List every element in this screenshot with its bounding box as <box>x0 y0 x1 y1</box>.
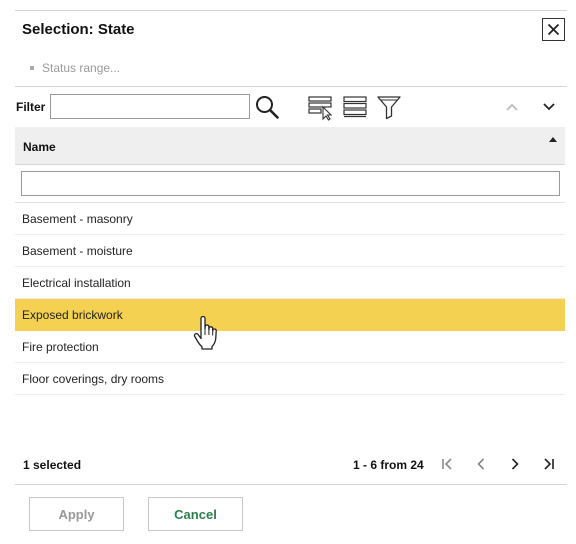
list-item-label: Floor coverings, dry rooms <box>22 371 165 386</box>
sort-ascending-icon[interactable] <box>549 137 557 142</box>
filter-label: Filter <box>16 100 46 114</box>
chevron-down-icon <box>543 103 555 111</box>
cancel-button[interactable]: Cancel <box>148 497 243 531</box>
first-page-button[interactable] <box>438 455 456 473</box>
selection-dialog: Selection: State Status range... Filter <box>0 0 576 544</box>
select-column-icon <box>308 96 333 121</box>
close-button[interactable] <box>542 18 565 41</box>
apply-button[interactable]: Apply <box>29 497 124 531</box>
chevron-up-icon <box>506 103 518 111</box>
column-header-name: Name <box>23 140 56 154</box>
result-list: Basement - masonry Basement - moisture E… <box>15 203 565 395</box>
list-view-button[interactable] <box>341 93 369 121</box>
next-page-button[interactable] <box>506 455 524 473</box>
prev-page-button[interactable] <box>472 455 490 473</box>
chevron-right-icon <box>511 458 519 470</box>
list-item-label: Basement - masonry <box>22 211 133 226</box>
list-item-selected[interactable]: Exposed brickwork <box>15 299 565 331</box>
list-item-label: Electrical installation <box>22 275 131 290</box>
search-button[interactable] <box>253 93 281 121</box>
last-page-icon <box>544 458 554 470</box>
last-page-button[interactable] <box>540 455 558 473</box>
pager-range: 1 - 6 from 24 <box>353 458 424 472</box>
list-item[interactable]: Fire protection <box>15 331 565 363</box>
list-item[interactable]: Basement - moisture <box>15 235 565 267</box>
list-item[interactable]: Floor coverings, dry rooms <box>15 363 565 395</box>
list-item-label: Exposed brickwork <box>22 307 123 322</box>
list-item[interactable]: Basement - masonry <box>15 203 565 235</box>
list-item-label: Fire protection <box>22 339 99 354</box>
status-range-label: Status range... <box>42 61 121 75</box>
list-view-icon <box>343 96 367 118</box>
header-divider <box>15 86 567 87</box>
bullet-icon <box>30 66 34 70</box>
collapse-button[interactable] <box>502 97 522 117</box>
list-item[interactable]: Electrical installation <box>15 267 565 299</box>
funnel-filter-icon <box>377 96 401 120</box>
first-page-icon <box>442 458 452 470</box>
filter-input[interactable] <box>50 94 250 119</box>
chevron-left-icon <box>477 458 485 470</box>
funnel-filter-button[interactable] <box>375 93 403 121</box>
top-divider <box>15 10 567 11</box>
grid-header[interactable]: Name <box>15 127 565 165</box>
hand-pointer-icon <box>193 316 217 350</box>
status-range-link[interactable]: Status range... <box>30 61 120 75</box>
close-icon <box>547 23 560 36</box>
footer-divider <box>15 484 567 485</box>
expand-button[interactable] <box>539 97 559 117</box>
search-icon <box>256 96 279 119</box>
column-filter-input[interactable] <box>21 171 560 196</box>
selected-count: 1 selected <box>23 458 82 472</box>
list-item-label: Basement - moisture <box>22 243 133 258</box>
select-column-button[interactable] <box>307 93 335 121</box>
dialog-title: Selection: State <box>22 21 135 38</box>
